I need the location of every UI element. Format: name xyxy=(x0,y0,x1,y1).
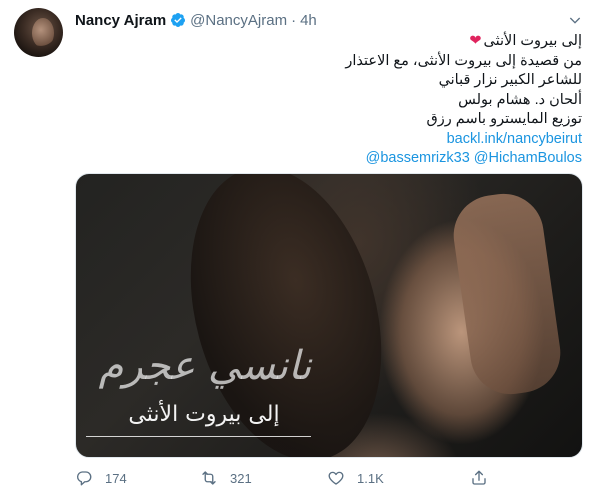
retweet-count: 321 xyxy=(230,470,252,486)
share-button[interactable] xyxy=(470,469,488,487)
tweet-line: إلى بيروت الأنثى❤ xyxy=(469,33,582,49)
tweet-text: إلى بيروت الأنثى❤ من قصيدة إلى بيروت الأ… xyxy=(75,32,582,169)
media-overlay-subtitle: إلى بيروت الأنثى xyxy=(128,402,280,427)
tweet-mentions[interactable]: @bassemrizk33 @HichamBoulos xyxy=(75,149,582,169)
share-icon xyxy=(472,470,486,485)
tweet-header: Nancy Ajram @NancyAjram · 4h xyxy=(75,10,317,30)
tweet-line: توزيع المايسترو باسم رزق xyxy=(426,111,582,127)
like-icon xyxy=(328,471,344,485)
media-overlay-divider xyxy=(86,436,311,437)
reply-button[interactable]: 174 xyxy=(75,469,127,487)
handle[interactable]: @NancyAjram xyxy=(190,12,287,29)
media-overlay-title: نانسي عجرم xyxy=(98,343,312,389)
like-button[interactable]: 1.1K xyxy=(327,469,384,487)
avatar[interactable] xyxy=(14,8,63,57)
chevron-down-icon[interactable] xyxy=(567,12,583,28)
like-count: 1.1K xyxy=(357,470,384,486)
reply-count: 174 xyxy=(105,470,127,486)
tweet-line: للشاعر الكبير نزار قباني xyxy=(438,72,582,88)
display-name[interactable]: Nancy Ajram xyxy=(75,12,166,29)
tweet-line: من قصيدة إلى بيروت الأنثى، مع الاعتذار xyxy=(345,52,582,69)
tweet-line: ألحان د. هشام بولس xyxy=(458,91,582,108)
tweet-media-image[interactable]: نانسي عجرم إلى بيروت الأنثى xyxy=(75,173,583,458)
retweet-button[interactable]: 321 xyxy=(200,469,252,487)
separator: · xyxy=(291,11,297,29)
retweet-icon xyxy=(202,471,216,485)
reply-icon xyxy=(76,471,92,486)
verified-badge-icon xyxy=(171,13,186,27)
tweet-link[interactable]: backl.ink/nancybeirut xyxy=(75,130,582,150)
timestamp[interactable]: 4h xyxy=(300,12,317,29)
heart-icon: ❤ xyxy=(469,33,482,49)
tweet-actions: 174 321 1.1K xyxy=(75,466,582,490)
